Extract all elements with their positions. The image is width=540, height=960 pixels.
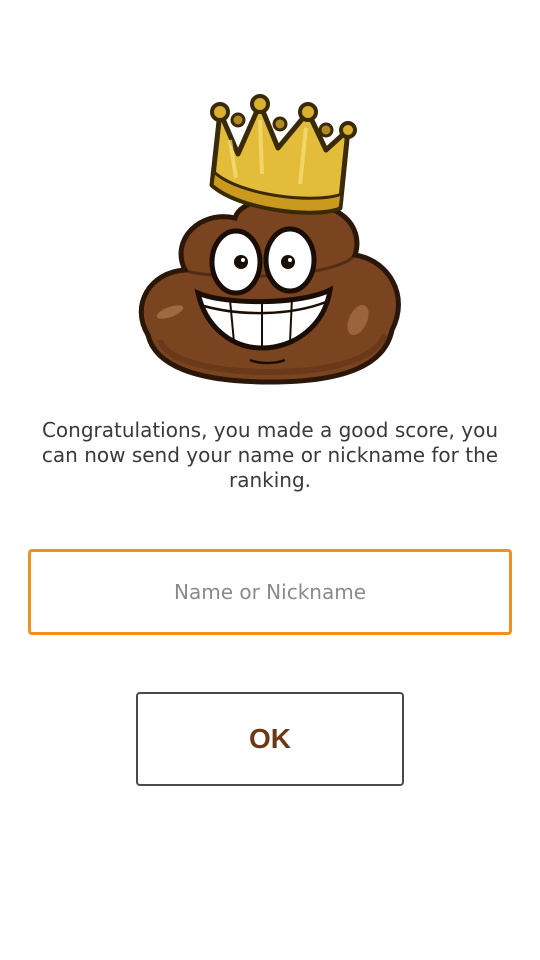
crowned-poop-icon bbox=[130, 90, 410, 390]
ok-button[interactable]: OK bbox=[136, 692, 404, 786]
name-or-nickname-input[interactable] bbox=[28, 549, 512, 635]
congratulations-message: Congratulations, you made a good score, … bbox=[41, 418, 499, 492]
